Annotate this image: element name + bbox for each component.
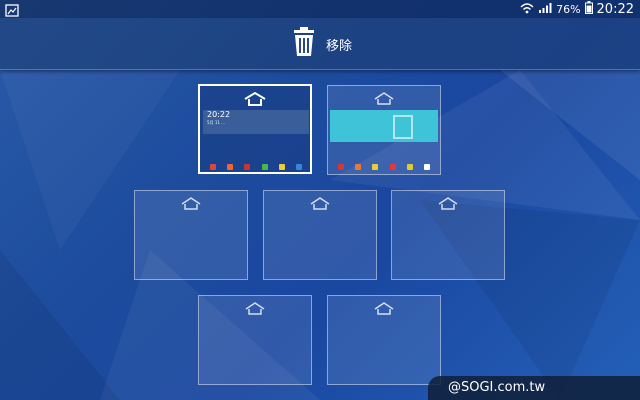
edit-toolbar: 移除	[0, 18, 640, 70]
home-icon[interactable]	[244, 301, 266, 320]
clock-time: 20:22	[596, 1, 634, 17]
store-banner-thumbnail	[330, 110, 438, 142]
home-icon[interactable]	[437, 196, 459, 215]
watermark: @SOGI.com.tw	[428, 376, 640, 400]
home-panel-7[interactable]	[327, 295, 441, 385]
battery-percent: 76%	[556, 2, 581, 16]
battery-icon	[584, 1, 593, 17]
home-panel-3[interactable]	[134, 190, 248, 280]
dock-thumbnail	[204, 164, 308, 172]
gallery-icon	[5, 2, 19, 17]
home-icon[interactable]	[180, 196, 202, 215]
home-icon[interactable]	[373, 91, 395, 110]
thumbnail-time: 20:22	[207, 110, 231, 119]
dock-thumbnail	[332, 164, 436, 172]
home-panel-2[interactable]	[327, 85, 441, 175]
trash-icon	[292, 27, 316, 61]
home-panel-1[interactable]: 20:22 5月 11 ...	[198, 84, 312, 174]
home-icon[interactable]	[243, 91, 267, 111]
signal-icon	[538, 2, 552, 17]
status-bar: 76% 20:22	[0, 0, 640, 18]
home-panel-4[interactable]	[263, 190, 377, 280]
home-icon[interactable]	[309, 196, 331, 215]
thumbnail-date: 5月 11 ...	[207, 120, 225, 125]
remove-label: 移除	[326, 38, 353, 54]
home-panel-5[interactable]	[391, 190, 505, 280]
wifi-icon	[520, 2, 534, 17]
home-icon[interactable]	[373, 301, 395, 320]
remove-button[interactable]: 移除	[292, 24, 352, 64]
clock-widget-thumbnail: 20:22 5月 11 ...	[203, 110, 309, 134]
home-panel-6[interactable]	[198, 295, 312, 385]
